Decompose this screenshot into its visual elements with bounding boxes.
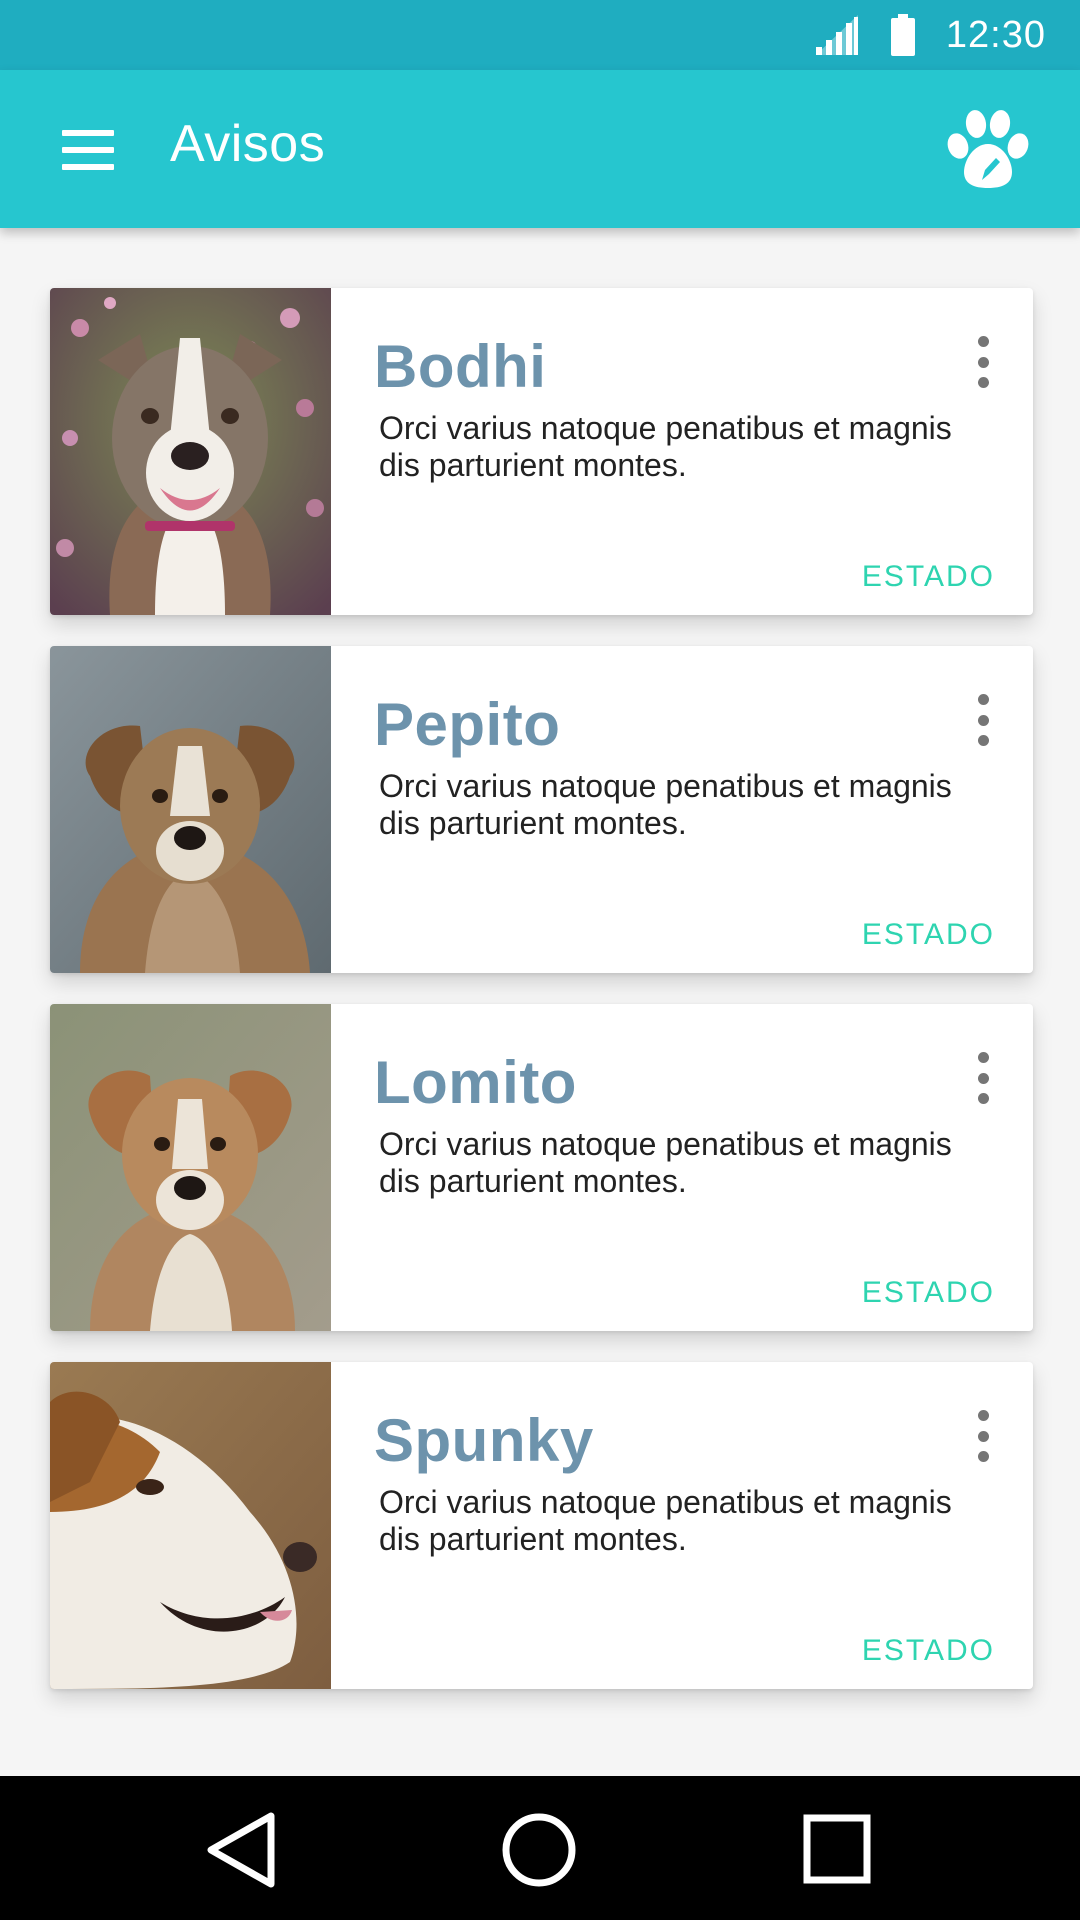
pet-card[interactable]: Pepito Orci varius natoque penatibus et … [50, 646, 1033, 973]
more-vert-icon[interactable] [971, 1410, 995, 1462]
card-list: Bodhi Orci varius natoque penatibus et m… [50, 288, 1033, 1720]
back-icon[interactable] [196, 1808, 286, 1892]
status-button[interactable]: ESTADO [862, 1276, 995, 1310]
paw-icon[interactable] [944, 108, 1032, 190]
pet-card[interactable]: Bodhi Orci varius natoque penatibus et m… [50, 288, 1033, 615]
home-icon[interactable] [494, 1808, 584, 1892]
status-button[interactable]: ESTADO [862, 560, 995, 594]
hamburger-menu-icon[interactable] [62, 130, 114, 170]
card-description: Orci varius natoque penatibus et magnis … [379, 1484, 952, 1557]
card-description: Orci varius natoque penatibus et magnis … [379, 1126, 952, 1199]
more-vert-icon[interactable] [971, 694, 995, 746]
card-description: Orci varius natoque penatibus et magnis … [379, 768, 952, 841]
dog-photo-pepito [50, 646, 331, 973]
status-button[interactable]: ESTADO [862, 918, 995, 952]
page-title: Avisos [170, 115, 326, 173]
dog-photo-spunky [50, 1362, 331, 1689]
card-title: Bodhi [374, 333, 547, 400]
dog-photo-bodhi [50, 288, 331, 615]
battery-icon [890, 14, 916, 56]
pet-card[interactable]: Lomito Orci varius natoque penatibus et … [50, 1004, 1033, 1331]
card-title: Lomito [374, 1049, 577, 1116]
status-button[interactable]: ESTADO [862, 1634, 995, 1668]
card-title: Spunky [374, 1407, 594, 1474]
card-description: Orci varius natoque penatibus et magnis … [379, 410, 952, 483]
signal-icon [814, 15, 860, 55]
more-vert-icon[interactable] [971, 336, 995, 388]
recents-icon[interactable] [793, 1808, 883, 1892]
more-vert-icon[interactable] [971, 1052, 995, 1104]
card-title: Pepito [374, 691, 561, 758]
navigation-bar [0, 1776, 1080, 1920]
dog-photo-lomito [50, 1004, 331, 1331]
pet-card[interactable]: Spunky Orci varius natoque penatibus et … [50, 1362, 1033, 1689]
status-bar: 12:30 [0, 0, 1080, 70]
status-time: 12:30 [945, 13, 1046, 56]
app-bar: Avisos [0, 70, 1080, 228]
